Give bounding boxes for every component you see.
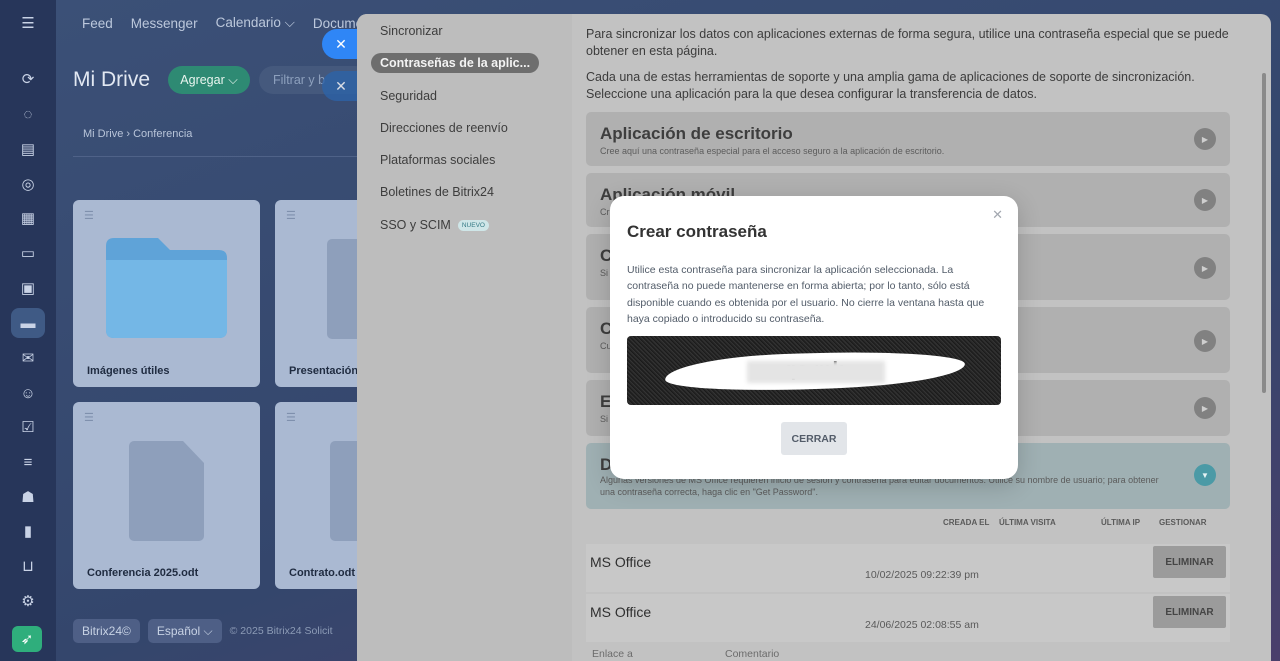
password-display: qc mk — [627, 336, 1001, 405]
field-label: Comentario — [725, 648, 780, 660]
delete-button[interactable]: ELIMINAR — [1153, 596, 1226, 628]
shop-icon[interactable]: ⊔ — [17, 555, 39, 577]
settings-nav-app-passwords[interactable]: Contraseñas de la aplic... — [371, 53, 540, 73]
table-row: MS Office 24/06/2025 02:08:55 am ELIMINA… — [586, 594, 1230, 642]
document-icon — [129, 441, 204, 541]
close-slider-button[interactable]: ✕ — [322, 29, 360, 59]
dialog-text: Utilice esta contraseña para sincronizar… — [627, 264, 985, 326]
crm-icon[interactable]: ◎ — [17, 173, 39, 195]
chevron-right-icon[interactable]: ▶ — [1194, 128, 1216, 150]
settings-nav-forwarding[interactable]: Direcciones de reenvío — [380, 121, 508, 135]
page-title: Mi Drive — [73, 68, 150, 91]
settings-nav: Sincronizar Contraseñas de la aplic... S… — [357, 14, 572, 661]
rocket-icon[interactable]: ➶ — [12, 626, 42, 652]
file-name: Imágenes útiles — [87, 365, 170, 377]
copyright-text: © 2025 Bitrix24 Solicit — [229, 625, 333, 637]
language-select[interactable]: Español ⌵ — [147, 619, 222, 643]
chevron-right-icon[interactable]: ▶ — [1194, 189, 1216, 211]
intro-text: Para sincronizar los datos con aplicacio… — [586, 27, 1229, 58]
field-label: Enlace a — [592, 648, 633, 660]
file-card[interactable]: ☰ Imágenes útiles — [73, 200, 260, 387]
breadcrumb[interactable]: Mi Drive › Conferencia — [83, 128, 192, 140]
drag-handle-icon[interactable]: ☰ — [286, 411, 296, 424]
dialog-title: Crear contraseña — [627, 222, 767, 241]
chevron-right-icon[interactable]: ▶ — [1194, 330, 1216, 352]
file-name: Presentación_ — [289, 365, 365, 377]
checklist-icon[interactable]: ☑ — [17, 416, 39, 438]
file-card[interactable]: ☰ Conferencia 2025.odt — [73, 402, 260, 589]
scrollbar[interactable] — [1262, 73, 1266, 393]
delete-button[interactable]: ELIMINAR — [1153, 546, 1226, 578]
chevron-right-icon[interactable]: ▶ — [1194, 397, 1216, 419]
nav-messenger[interactable]: Messenger — [131, 16, 198, 31]
column-header: ÚLTIMA IP — [1101, 518, 1141, 527]
footer: Bitrix24© Español ⌵ © 2025 Bitrix24 Soli… — [73, 619, 333, 643]
settings-nav-security[interactable]: Seguridad — [380, 89, 437, 103]
tasks-icon[interactable]: ▤ — [17, 138, 39, 160]
calendar-icon[interactable]: ▦ — [17, 207, 39, 229]
settings-nav-newsletters[interactable]: Boletines de Bitrix24 — [380, 185, 494, 199]
new-badge: NUEVO — [457, 220, 489, 232]
settings-nav-social[interactable]: Plataformas sociales — [380, 153, 495, 167]
add-button[interactable]: Agregar ⌵ — [168, 66, 250, 94]
drag-handle-icon[interactable]: ☰ — [286, 209, 296, 222]
close-icon: ✕ — [335, 35, 347, 52]
feed-icon[interactable]: ⟳ — [17, 68, 39, 90]
chat-icon[interactable]: ◌ — [17, 103, 39, 125]
redacted-blur — [747, 361, 885, 383]
contacts-icon[interactable]: ☺ — [17, 382, 39, 404]
column-header: CREADA EL — [943, 518, 990, 527]
document-icon — [330, 441, 360, 541]
menu-icon[interactable]: ☰ — [17, 12, 39, 34]
section-desc: Cr — [600, 207, 610, 217]
file-preview — [327, 239, 357, 339]
chevron-right-icon[interactable]: ▶ — [1194, 257, 1216, 279]
divider — [73, 156, 363, 157]
close-icon: ✕ — [335, 77, 347, 94]
intro-text: Cada una de estas herramientas de soport… — [586, 70, 1195, 101]
create-password-dialog: ✕ Crear contraseña Utilice esta contrase… — [610, 196, 1018, 479]
column-header: ÚLTIMA VISITA — [999, 518, 1056, 527]
file-name: Conferencia 2025.odt — [87, 567, 199, 579]
folder-icon — [106, 238, 227, 338]
settings-nav-sso[interactable]: SSO y SCIM NUEVO — [380, 218, 489, 232]
settings-nav-sync[interactable]: Sincronizar — [380, 24, 443, 38]
mail-icon[interactable]: ✉ — [17, 347, 39, 369]
close-slider-button[interactable]: ✕ — [322, 71, 360, 101]
section-desc: Cree aquí una contraseña especial para e… — [600, 146, 945, 156]
robot-icon[interactable]: ☗ — [17, 486, 39, 508]
nav-feed[interactable]: Feed — [82, 16, 113, 31]
section-desktop[interactable]: Aplicación de escritorio Cree aquí una c… — [586, 112, 1230, 166]
row-date: 10/02/2025 09:22:39 pm — [865, 569, 979, 581]
filter-icon[interactable]: ≡ — [17, 451, 39, 473]
brand-badge[interactable]: Bitrix24© — [73, 619, 140, 643]
analytics-icon[interactable]: ▮ — [17, 520, 39, 542]
settings-icon[interactable]: ⚙ — [17, 590, 39, 612]
row-name: MS Office — [590, 554, 652, 570]
settings-nav-sso-label: SSO y SCIM — [380, 218, 451, 232]
drive-icon[interactable]: ▬ — [11, 308, 45, 338]
section-title: Aplicación de escritorio — [600, 124, 793, 143]
row-date: 24/06/2025 02:08:55 am — [865, 619, 979, 631]
file-name: Contrato.odt — [289, 567, 355, 579]
drag-handle-icon[interactable]: ☰ — [84, 411, 94, 424]
chevron-down-icon[interactable]: ▼ — [1194, 464, 1216, 486]
column-header: GESTIONAR — [1159, 518, 1207, 527]
whiteboard-icon[interactable]: ▣ — [17, 277, 39, 299]
drag-handle-icon[interactable]: ☰ — [84, 209, 94, 222]
row-name: MS Office — [590, 604, 652, 620]
left-icon-rail: ☰ ⟳ ◌ ▤ ◎ ▦ ▭ ▣ ▬ ✉ ☺ ☑ ≡ ☗ ▮ ⊔ ⚙ ➶ — [0, 0, 56, 661]
close-button[interactable]: CERRAR — [781, 422, 847, 455]
table-row: MS Office 10/02/2025 09:22:39 pm ELIMINA… — [586, 544, 1230, 592]
close-icon[interactable]: ✕ — [992, 207, 1003, 223]
nav-calendar[interactable]: Calendario ⌵ — [216, 15, 295, 31]
docs-icon[interactable]: ▭ — [17, 242, 39, 264]
